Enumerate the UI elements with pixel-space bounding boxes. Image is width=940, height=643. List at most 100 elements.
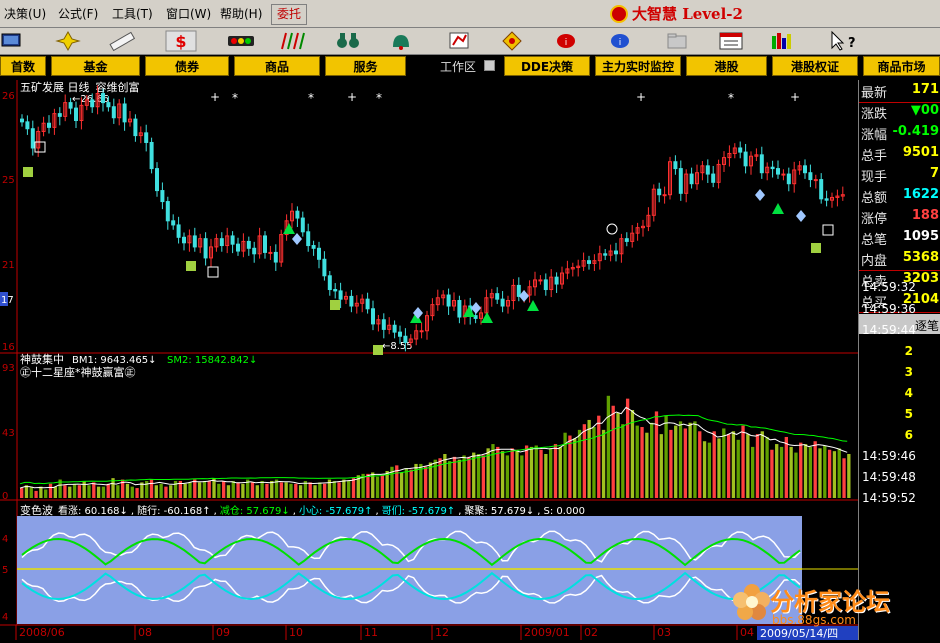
candle [695,164,699,190]
chart-canvas[interactable]: 26 25 21 17 16 五矿发展 日线容维创富 ←26.66 ←8.55 … [0,80,858,640]
volume-bar [154,485,158,498]
quote-value: -0.419 [892,124,939,139]
candle [700,161,705,181]
folder-icon[interactable] [667,33,687,49]
candle [219,232,224,252]
volume-bar [476,454,481,498]
diamond-marker [755,189,765,201]
sell-cross-marker: + [210,90,220,104]
quote-value: ▼00 [910,103,939,118]
chart-area[interactable]: 26 25 21 17 16 五矿发展 日线容维创富 ←26.66 ←8.55 … [0,80,858,640]
low-annotation: ←8.55 [382,341,413,352]
monitor-icon[interactable] [1,33,21,47]
volume-bar [149,479,154,498]
candle [668,156,672,200]
menu-decision[interactable]: 决策(U) [4,5,46,22]
candle [317,241,321,269]
candle [117,99,122,126]
candle [30,120,35,156]
window-icon[interactable] [719,32,743,50]
nav-bond[interactable]: 债券 [145,56,229,76]
color-bars-icon[interactable] [772,33,791,49]
candle-bars-icon[interactable] [281,32,305,50]
dollar-icon[interactable]: $ [165,30,197,52]
volume-bar [183,483,187,498]
menu-window[interactable]: 窗口(W) [166,5,211,22]
candle [155,162,159,197]
volume-bar [621,424,625,498]
help-arrow-icon[interactable]: ? [831,30,856,51]
volume-bar [515,449,519,498]
menu-help[interactable]: 帮助(H) [220,5,262,22]
candle [241,233,246,258]
info-icon[interactable]: i [611,34,629,48]
volume-bar [659,434,663,498]
nav-commodity-market[interactable]: 商品市场 [863,56,940,76]
workspace-dropdown-icon[interactable] [484,60,495,71]
candle [311,240,316,256]
menu-formula[interactable]: 公式(F) [58,5,98,22]
nav-hk[interactable]: 港股 [686,56,767,76]
volume-bar [332,480,336,498]
volume-bar [601,429,606,498]
volume-bar [635,425,639,498]
traffic-light-icon[interactable] [228,36,254,46]
candle [128,110,132,127]
volume-bar [24,485,29,498]
volume-bar [423,466,428,498]
osc-tick-label: 4 [2,612,8,623]
candle [803,159,807,179]
volume-bar [313,485,317,498]
candle [344,291,348,304]
menu-tools[interactable]: 工具(T) [112,5,153,22]
signal-square-marker [23,167,33,177]
candle [516,277,521,302]
nav-main-monitor[interactable]: 主力实时监控 [595,56,681,76]
candle [603,248,608,260]
price-tick-label: 25 [2,175,15,186]
price-tick-label: 17 [1,295,14,306]
candle [371,300,375,331]
workspace-label[interactable]: 工作区 [440,58,476,75]
candle [171,214,176,230]
volume-bar [616,412,620,498]
x-tick-label: 02 [584,626,598,639]
svg-text:?: ? [848,36,856,51]
quote-value: 9501 [902,145,939,160]
volume-bar [558,446,562,498]
bubble-icon[interactable]: i [557,34,575,48]
legend-juju: 聚聚: 57.679↓ [464,505,534,517]
nav-service[interactable]: 服务 [325,56,406,76]
weituo-button[interactable]: 委托 [271,4,308,25]
nav-dde[interactable]: DDE决策 [504,56,590,76]
candle [435,289,440,311]
volume-bar [380,475,385,498]
volume-bar [53,486,57,498]
volume-bar [414,463,418,498]
candle [808,164,813,188]
volume-bar [29,486,33,498]
candle [300,211,305,237]
candle [214,233,219,252]
candle [732,143,737,159]
diamond-icon[interactable] [502,31,522,51]
quote-value: 5368 [902,250,939,265]
volume-bar [188,482,192,498]
cross-cursor-icon[interactable] [55,30,81,52]
candle [57,107,62,126]
nav-commodity[interactable]: 商品 [234,56,320,76]
bell-icon[interactable] [393,35,409,50]
volume-bar [755,434,760,498]
nav-hk-warrant[interactable]: 港股权证 [772,56,858,76]
nav-shoushu[interactable]: 首数 [0,56,46,76]
osc-background [17,516,802,624]
sell-star-marker: * [308,91,314,105]
nav-fund[interactable]: 基金 [51,56,140,76]
chart-tag-icon[interactable] [449,32,469,49]
candle [765,162,770,181]
ruler-icon[interactable] [109,31,136,52]
x-tick-label: 12 [435,626,449,639]
volume-bar [722,428,726,498]
x-tick-label: 09 [216,626,230,639]
binoculars-icon[interactable] [337,33,359,48]
